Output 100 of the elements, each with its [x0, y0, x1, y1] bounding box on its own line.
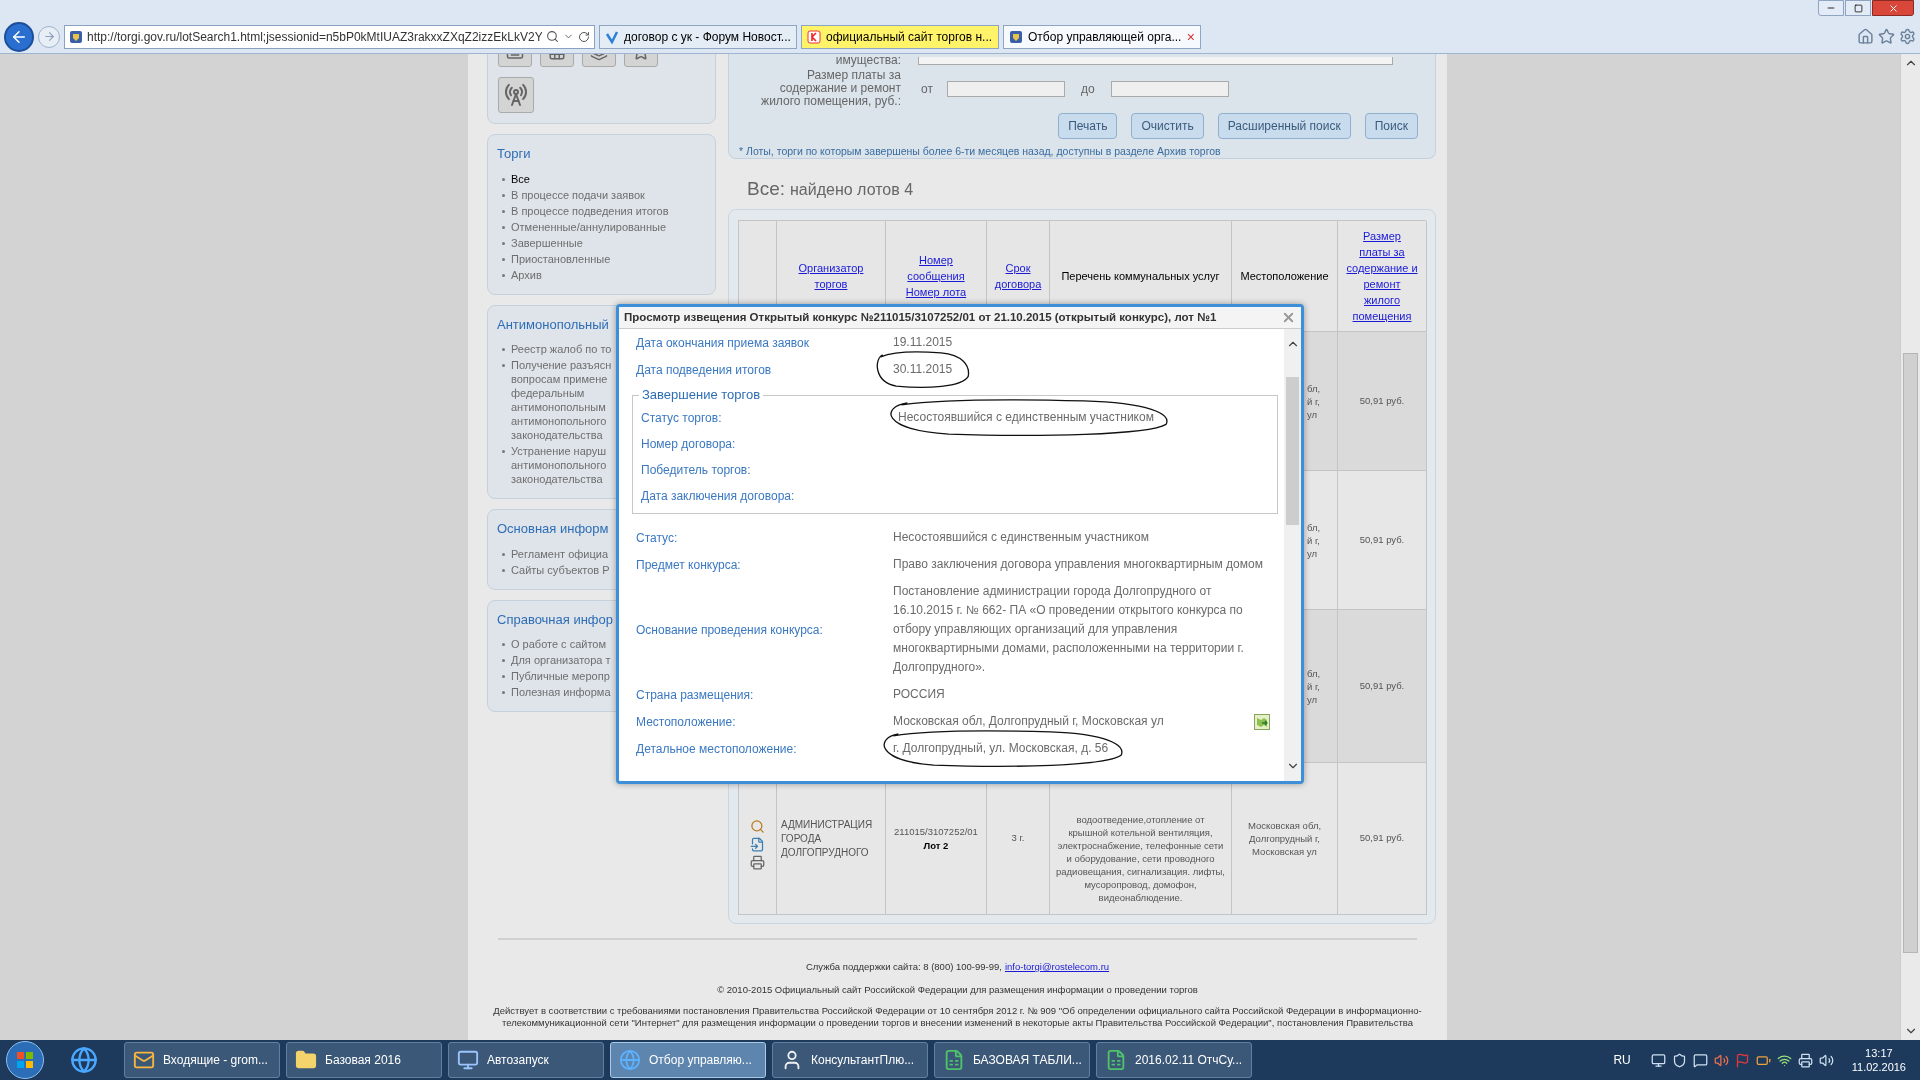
map-icon[interactable]	[1254, 713, 1270, 730]
column-header: Перечень коммунальных услуг	[1061, 269, 1220, 284]
minimize-button[interactable]	[1818, 0, 1844, 16]
table-cell: водоотведение,отопление от крышной котельной вентиляция, электроснабжение, телефонные сети и оборудование, сети проводного радиовещания, сигнализация. лифты, мусоропровод, домофон, видеонаблюдение.	[1056, 813, 1225, 904]
spreadsheet-icon	[1105, 1049, 1127, 1071]
forward-button[interactable]	[38, 25, 60, 48]
taskbar-button[interactable]: Отбор управляю...	[610, 1042, 766, 1078]
tab-title: официальный сайт торгов н...	[826, 28, 993, 46]
scrollbar[interactable]	[1284, 329, 1301, 781]
clock-time[interactable]: 13:17	[1865, 1046, 1893, 1060]
browser-tab[interactable]: Отбор управляющей орга... ×	[1003, 24, 1201, 49]
column-header[interactable]: Организатор торгов	[798, 260, 864, 292]
email-link[interactable]: info-torgi@rostelecom.ru	[1004, 960, 1110, 975]
field-label: Номер договора:	[641, 436, 737, 453]
folder-icon	[295, 1049, 317, 1071]
taskbar-button[interactable]: Автозапуск	[448, 1042, 604, 1078]
printer-icon[interactable]	[1797, 1052, 1813, 1068]
sidebar-link[interactable]: В процессе подачи заявок	[511, 187, 645, 202]
form-button[interactable]: Печать	[1058, 113, 1118, 139]
forward-arrow-icon	[42, 30, 56, 43]
settings-icon[interactable]	[1899, 28, 1916, 45]
globe-icon	[619, 1049, 641, 1071]
message-icon[interactable]	[1692, 1052, 1708, 1068]
sidebar-link[interactable]: Архив	[511, 267, 542, 282]
taskbar-button[interactable]: КонсультантПлю...	[772, 1042, 928, 1078]
speaker-icon[interactable]	[1713, 1052, 1729, 1068]
restore-button[interactable]	[1845, 0, 1871, 16]
results-heading: найдено лотов 4	[790, 180, 914, 200]
refresh-icon[interactable]	[578, 30, 590, 43]
search-icon[interactable]	[750, 819, 765, 834]
scroll-thumb[interactable]	[1903, 353, 1918, 953]
legal-text: Действует в соответствии с требованиями постановления Правительства Российской Федерации от 10 сентября 2012 г. № 909 "Об определении официального сайта Российской Федерации в информационно-	[493, 1004, 1422, 1017]
panel-title: Торги	[497, 145, 531, 163]
globe-icon[interactable]	[70, 1046, 98, 1074]
sidebar-link[interactable]: Сайты субъектов Р	[511, 562, 610, 577]
logo-icon	[807, 29, 821, 44]
form-button[interactable]: Очистить	[1131, 113, 1204, 139]
browser-tab[interactable]: договор с ук - Форум Новост...	[599, 24, 797, 49]
table-cell: бл, й г, ул	[1307, 381, 1321, 421]
document-icon[interactable]	[750, 837, 765, 852]
field-label: Статус торгов:	[641, 409, 723, 427]
form-button[interactable]: Расширенный поиск	[1217, 113, 1351, 139]
sidebar-link[interactable]: Полезная информа	[511, 685, 611, 699]
language-indicator[interactable]: RU	[1613, 1051, 1631, 1069]
from-label: от	[921, 80, 933, 98]
favorites-icon[interactable]	[1878, 28, 1895, 45]
taskbar-button[interactable]: Базовая 2016	[286, 1042, 442, 1078]
browser-tab[interactable]: официальный сайт торгов н...	[801, 24, 999, 49]
field-label: Детальное местоположение:	[636, 740, 798, 758]
taskbar-button[interactable]: БАЗОВАЯ ТАБЛИ...	[934, 1042, 1090, 1078]
field-label: Статус:	[636, 529, 679, 547]
close-tab-button[interactable]: ×	[1186, 29, 1195, 44]
sidebar-link[interactable]: О работе с сайтом	[511, 637, 607, 651]
sidebar-link[interactable]: Регламент официа	[511, 546, 608, 561]
input-field[interactable]	[1110, 80, 1229, 97]
sidebar-link[interactable]: В процессе подведения итогов	[511, 203, 669, 218]
table-cell: 3 г.	[1011, 831, 1025, 846]
form-button[interactable]: Поиск	[1364, 113, 1418, 139]
network-icon[interactable]	[1776, 1052, 1792, 1068]
shield-icon[interactable]	[1671, 1052, 1687, 1068]
home-icon[interactable]	[1857, 28, 1874, 45]
url-text: http://torgi.gov.ru/lotSearch1.html;jsessionid=n5bP0kMtIUAZ3rakxxZXqZ2izzEkLkV2Y	[87, 28, 542, 46]
field-label: Победитель торгов:	[641, 462, 752, 479]
dialog-title: Просмотр извещения Открытый конкурс №211015/3107252/01 от 21.10.2015 (открытый конкурс), лот №1	[624, 309, 1217, 325]
start-button[interactable]	[6, 1041, 44, 1079]
clock-date[interactable]: 11.02.2016	[1851, 1060, 1906, 1074]
page-scrollbar[interactable]	[1900, 54, 1920, 1040]
close-window-button[interactable]	[1872, 0, 1914, 16]
field-value: Московская обл, Долгопрудный г, Московская ул	[893, 713, 1164, 730]
sidebar-link[interactable]: Отмененные/аннулированные	[511, 219, 667, 234]
tower-icon	[504, 83, 528, 107]
speaker-icon[interactable]	[1818, 1052, 1834, 1068]
input-field[interactable]	[918, 56, 1393, 65]
flag-icon[interactable]	[1734, 1052, 1750, 1068]
map-arrow-icon	[1256, 715, 1268, 728]
scroll-thumb[interactable]	[1286, 377, 1299, 525]
sidebar-link[interactable]: Получение разъясн вопросам примене федеральным антимонопольным антимонопольного законодательства	[511, 358, 612, 442]
search-icon[interactable]	[546, 30, 559, 43]
sidebar-link[interactable]: Все	[511, 171, 530, 186]
monitor-icon[interactable]	[1650, 1052, 1666, 1068]
taskbar-button[interactable]: 2016.02.11 ОтчСу...	[1096, 1042, 1252, 1078]
table-cell-text: АДМИНИСТРАЦИЯ ГОРОДА ДОЛГОПРУДНОГО	[781, 817, 874, 860]
support-text: Служба поддержки сайта: 8 (800) 100-99-99,	[805, 960, 1002, 974]
address-bar[interactable]: http://torgi.gov.ru/lotSearch1.html;jsessionid=n5bP0kMtIUAZ3rakxxZXqZ2izzEkLkV2Y	[64, 24, 595, 49]
sidebar-link[interactable]: Приостановленные	[511, 251, 611, 266]
back-button[interactable]	[4, 21, 34, 52]
close-icon	[1887, 2, 1899, 14]
sidebar-link[interactable]: Для организатора т	[511, 653, 611, 667]
sidebar-link[interactable]: Публичные меропр	[511, 669, 610, 683]
category-button[interactable]	[498, 77, 534, 113]
sidebar-link[interactable]: Реестр жалоб по то	[511, 342, 612, 356]
input-field[interactable]	[946, 80, 1065, 97]
taskbar-button[interactable]: Входящие - grom...	[124, 1042, 280, 1078]
table-cell: 50,91 руб.	[1359, 831, 1405, 846]
field-label: Основание проведения конкурса:	[636, 621, 824, 639]
sidebar-link[interactable]: Завершенные	[511, 235, 583, 250]
restore-icon	[1853, 3, 1863, 13]
panel-title: Антимонопольный	[497, 315, 609, 334]
sidebar-link[interactable]: Устранение наруш антимонопольного законодательства	[511, 444, 607, 486]
printer-icon[interactable]	[750, 855, 765, 870]
